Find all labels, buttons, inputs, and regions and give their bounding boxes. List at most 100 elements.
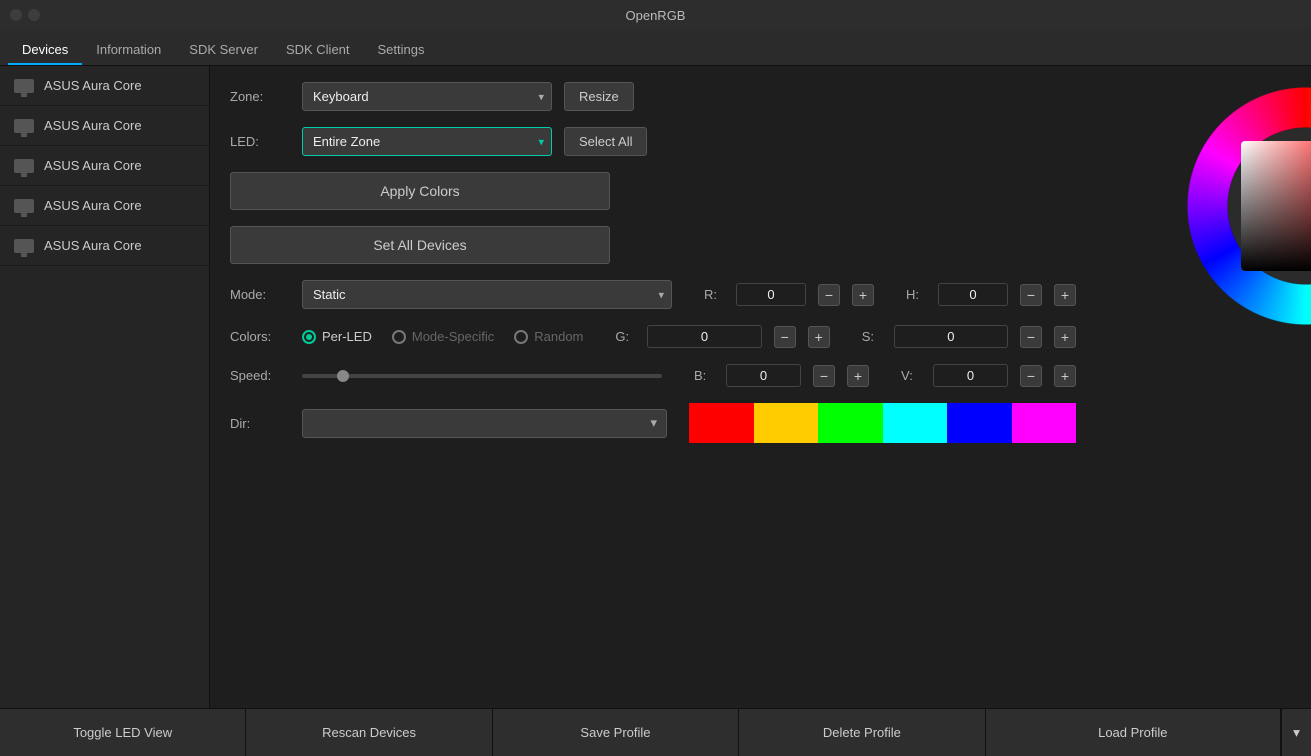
- random-radio-circle: [514, 330, 528, 344]
- tab-sdk-client[interactable]: SDK Client: [272, 36, 364, 65]
- g-label: G:: [615, 329, 635, 344]
- set-all-devices-button[interactable]: Set All Devices: [230, 226, 610, 264]
- swatch-green[interactable]: [818, 403, 883, 443]
- sidebar-item-asus-2[interactable]: ASUS Aura Core: [0, 106, 209, 146]
- colors-row: Colors: Per-LED Mode-Specific Ran: [230, 325, 1076, 348]
- g-increment-button[interactable]: +: [808, 326, 830, 348]
- s-increment-button[interactable]: +: [1054, 326, 1076, 348]
- s-label: S:: [862, 329, 882, 344]
- mode-specific-label: Mode-Specific: [412, 329, 494, 344]
- r-label: R:: [704, 287, 724, 302]
- toggle-led-view-button[interactable]: Toggle LED View: [0, 709, 246, 756]
- tabbar: Devices Information SDK Server SDK Clien…: [0, 30, 1311, 66]
- h-label: H:: [906, 287, 926, 302]
- titlebar-buttons: [10, 9, 40, 21]
- sidebar-item-label: ASUS Aura Core: [44, 78, 142, 93]
- sidebar-item-asus-3[interactable]: ASUS Aura Core: [0, 146, 209, 186]
- zone-select[interactable]: Keyboard: [302, 82, 552, 111]
- sidebar-item-asus-5[interactable]: ASUS Aura Core: [0, 226, 209, 266]
- mode-label: Mode:: [230, 287, 290, 302]
- dir-select-wrapper: [302, 409, 667, 438]
- sidebar-item-label: ASUS Aura Core: [44, 118, 142, 133]
- color-gradient-box[interactable]: [1241, 141, 1311, 271]
- led-select[interactable]: Entire Zone: [302, 127, 552, 156]
- speed-label: Speed:: [230, 368, 290, 383]
- radio-per-led[interactable]: Per-LED: [302, 329, 372, 344]
- load-profile-button[interactable]: Load Profile: [986, 709, 1281, 756]
- tab-sdk-server[interactable]: SDK Server: [175, 36, 272, 65]
- save-profile-button[interactable]: Save Profile: [493, 709, 739, 756]
- mode-specific-radio-circle: [392, 330, 406, 344]
- app-title: OpenRGB: [626, 8, 686, 23]
- mode-select-wrapper: Static: [302, 280, 672, 309]
- g-decrement-button[interactable]: −: [774, 326, 796, 348]
- swatches-container: [689, 403, 1076, 443]
- swatch-magenta[interactable]: [1012, 403, 1077, 443]
- keyboard-icon: [14, 159, 34, 173]
- h-increment-button[interactable]: +: [1054, 284, 1076, 306]
- b-label: B:: [694, 368, 714, 383]
- close-button[interactable]: [10, 9, 22, 21]
- b-input[interactable]: [726, 364, 801, 387]
- led-label: LED:: [230, 134, 290, 149]
- h-decrement-button[interactable]: −: [1020, 284, 1042, 306]
- sidebar-item-asus-1[interactable]: ASUS Aura Core: [0, 66, 209, 106]
- r-input[interactable]: [736, 283, 806, 306]
- keyboard-icon: [14, 239, 34, 253]
- tab-settings[interactable]: Settings: [364, 36, 439, 65]
- s-input[interactable]: [894, 325, 1008, 348]
- radio-random[interactable]: Random: [514, 329, 583, 344]
- r-decrement-button[interactable]: −: [818, 284, 840, 306]
- load-profile-arrow-button[interactable]: ▾: [1281, 709, 1311, 756]
- tab-information[interactable]: Information: [82, 36, 175, 65]
- v-increment-button[interactable]: +: [1054, 365, 1076, 387]
- color-wheel-container: [1116, 76, 1311, 336]
- mode-row: Mode: Static R: − + H: − +: [230, 280, 1076, 309]
- tab-devices[interactable]: Devices: [8, 36, 82, 65]
- h-input[interactable]: [938, 283, 1008, 306]
- color-wheel-wrapper[interactable]: [1186, 86, 1311, 326]
- swatch-blue[interactable]: [947, 403, 1012, 443]
- delete-profile-button[interactable]: Delete Profile: [739, 709, 985, 756]
- v-decrement-button[interactable]: −: [1020, 365, 1042, 387]
- v-label: V:: [901, 368, 921, 383]
- g-input[interactable]: [647, 325, 761, 348]
- dir-select[interactable]: [302, 409, 667, 438]
- colors-radio-group: Per-LED Mode-Specific Random: [302, 329, 583, 344]
- b-increment-button[interactable]: +: [847, 365, 869, 387]
- v-input[interactable]: [933, 364, 1008, 387]
- swatch-red[interactable]: [689, 403, 754, 443]
- sidebar-item-label: ASUS Aura Core: [44, 158, 142, 173]
- dir-label: Dir:: [230, 416, 290, 431]
- bottombar: Toggle LED View Rescan Devices Save Prof…: [0, 708, 1311, 756]
- dir-row: Dir:: [230, 403, 1076, 443]
- keyboard-icon: [14, 119, 34, 133]
- radio-mode-specific[interactable]: Mode-Specific: [392, 329, 494, 344]
- sidebar-item-label: ASUS Aura Core: [44, 198, 142, 213]
- keyboard-icon: [14, 199, 34, 213]
- apply-colors-row: Apply Colors: [230, 172, 1076, 210]
- zone-row: Zone: Keyboard Resize: [230, 82, 1076, 111]
- r-increment-button[interactable]: +: [852, 284, 874, 306]
- speed-slider[interactable]: [302, 374, 662, 378]
- mode-select[interactable]: Static: [302, 280, 672, 309]
- controls-panel: Zone: Keyboard Resize LED: Entire Zone S…: [210, 66, 1096, 708]
- led-row: LED: Entire Zone Select All: [230, 127, 1076, 156]
- keyboard-icon: [14, 79, 34, 93]
- swatch-yellow[interactable]: [754, 403, 819, 443]
- titlebar: OpenRGB: [0, 0, 1311, 30]
- set-all-devices-row: Set All Devices: [230, 226, 1076, 264]
- content-area: Zone: Keyboard Resize LED: Entire Zone S…: [210, 66, 1311, 708]
- swatch-cyan[interactable]: [883, 403, 948, 443]
- minimize-button[interactable]: [28, 9, 40, 21]
- b-decrement-button[interactable]: −: [813, 365, 835, 387]
- resize-button[interactable]: Resize: [564, 82, 634, 111]
- select-all-button[interactable]: Select All: [564, 127, 647, 156]
- sidebar-item-asus-4[interactable]: ASUS Aura Core: [0, 186, 209, 226]
- s-decrement-button[interactable]: −: [1020, 326, 1042, 348]
- sidebar-item-label: ASUS Aura Core: [44, 238, 142, 253]
- sidebar: ASUS Aura Core ASUS Aura Core ASUS Aura …: [0, 66, 210, 708]
- rescan-devices-button[interactable]: Rescan Devices: [246, 709, 492, 756]
- colors-label: Colors:: [230, 329, 290, 344]
- apply-colors-button[interactable]: Apply Colors: [230, 172, 610, 210]
